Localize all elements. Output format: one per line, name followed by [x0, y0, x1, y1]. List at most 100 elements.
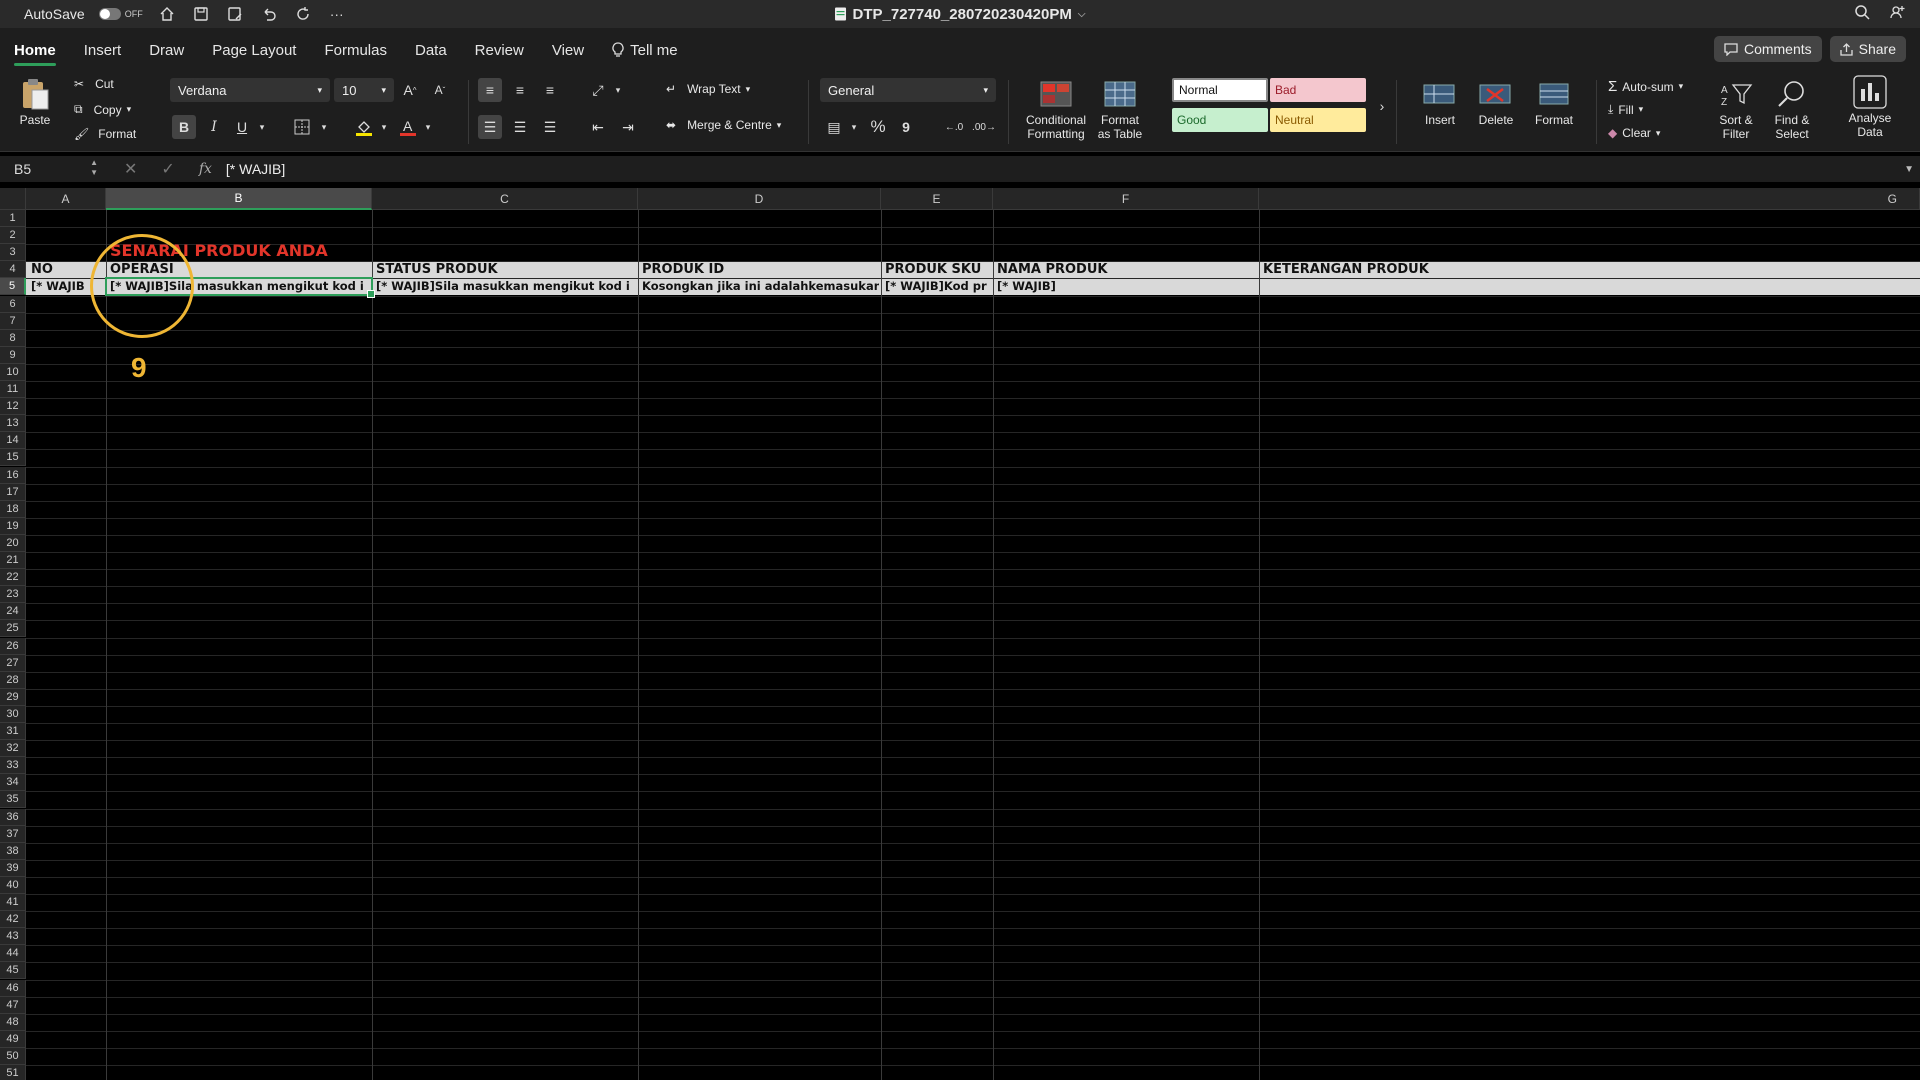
row-header[interactable]: 41: [0, 894, 26, 912]
delete-cells-button[interactable]: Delete: [1468, 78, 1524, 127]
tab-formulas[interactable]: Formulas: [310, 28, 401, 72]
row-header[interactable]: 9: [0, 346, 26, 364]
name-box[interactable]: B5 ▲ ▼: [4, 158, 100, 180]
row-header[interactable]: 51: [0, 1065, 26, 1080]
column-header-c[interactable]: C: [372, 188, 638, 210]
tell-me[interactable]: Tell me: [598, 28, 692, 72]
search-icon[interactable]: [1854, 4, 1870, 25]
formula-input[interactable]: [* WAJIB]: [226, 161, 285, 177]
tab-review[interactable]: Review: [461, 28, 538, 72]
align-top-icon[interactable]: ≡: [478, 78, 502, 102]
row-header[interactable]: 3: [0, 244, 26, 262]
row-header[interactable]: 13: [0, 415, 26, 433]
decrease-decimal-icon[interactable]: .00→: [972, 115, 996, 139]
row-header[interactable]: 26: [0, 637, 26, 655]
row-header[interactable]: 15: [0, 449, 26, 467]
row-header[interactable]: 47: [0, 996, 26, 1014]
style-bad[interactable]: Bad: [1270, 78, 1366, 102]
row-header[interactable]: 48: [0, 1013, 26, 1031]
row-header[interactable]: 42: [0, 911, 26, 929]
tab-view[interactable]: View: [538, 28, 598, 72]
column-header-a[interactable]: A: [26, 188, 106, 210]
header-cell-produk-sku[interactable]: PRODUK SKU: [885, 261, 991, 278]
align-left-icon[interactable]: ☰: [478, 115, 502, 139]
row-header[interactable]: 49: [0, 1030, 26, 1048]
comments-button[interactable]: Comments: [1713, 36, 1822, 62]
row-header[interactable]: 20: [0, 534, 26, 552]
chevron-down-icon[interactable]: ▾: [842, 115, 866, 139]
decrease-font-size-icon[interactable]: Aˇ: [428, 78, 452, 102]
find-select-button[interactable]: Find & Select: [1762, 78, 1822, 141]
save-icon[interactable]: [191, 5, 211, 23]
tab-page-layout[interactable]: Page Layout: [198, 28, 310, 72]
header-cell-status-produk[interactable]: STATUS PRODUK: [376, 261, 636, 278]
row-header[interactable]: 2: [0, 227, 26, 245]
percent-style-button[interactable]: %: [866, 115, 890, 139]
row-header[interactable]: 37: [0, 825, 26, 843]
save-as-icon[interactable]: [225, 5, 245, 23]
chevron-down-icon[interactable]: ▾: [250, 115, 274, 139]
analyse-data-button[interactable]: Analyse Data: [1840, 75, 1900, 139]
paste-button[interactable]: Paste: [18, 78, 52, 127]
share-people-icon[interactable]: [1890, 4, 1906, 25]
row-header[interactable]: 34: [0, 774, 26, 792]
align-right-icon[interactable]: ☰: [538, 115, 562, 139]
style-neutral[interactable]: Neutral: [1270, 108, 1366, 132]
row-header[interactable]: 31: [0, 723, 26, 741]
home-icon[interactable]: [157, 5, 177, 23]
row-header[interactable]: 46: [0, 979, 26, 997]
row-header[interactable]: 24: [0, 603, 26, 621]
cut-button[interactable]: ✂ Cut: [74, 77, 114, 91]
tab-insert[interactable]: Insert: [70, 28, 136, 72]
column-header-d[interactable]: D: [638, 188, 881, 210]
confirm-entry-icon[interactable]: ✓: [161, 159, 174, 179]
undo-icon[interactable]: [259, 5, 279, 23]
clear-button[interactable]: ◆ Clear ▾: [1608, 126, 1660, 140]
copy-button[interactable]: ⧉ Copy ▾: [74, 102, 131, 117]
header-cell-keterangan-produk[interactable]: KETERANGAN PRODUK: [1263, 261, 1903, 278]
select-all-corner[interactable]: [0, 188, 26, 210]
row-header[interactable]: 32: [0, 740, 26, 758]
sort-filter-button[interactable]: AZ Sort & Filter: [1706, 78, 1766, 141]
row-header[interactable]: 39: [0, 859, 26, 877]
row-header[interactable]: 8: [0, 329, 26, 347]
autosum-button[interactable]: Σ Auto-sum ▾: [1608, 78, 1683, 95]
row-header[interactable]: 21: [0, 552, 26, 570]
wrap-text-button[interactable]: ↵ Wrap Text ▾: [666, 82, 750, 96]
increase-font-size-icon[interactable]: A ^: [398, 78, 422, 102]
align-bottom-icon[interactable]: ≡: [538, 78, 562, 102]
redo-icon[interactable]: [293, 5, 313, 23]
row-header[interactable]: 27: [0, 654, 26, 672]
font-name-dropdown[interactable]: Verdana ▾: [170, 78, 330, 102]
chevron-down-icon[interactable]: ▾: [416, 115, 440, 139]
row-header[interactable]: 6: [0, 295, 26, 313]
bold-button[interactable]: B: [172, 115, 196, 139]
column-header-g[interactable]: G: [1259, 188, 1920, 210]
row-header[interactable]: 12: [0, 398, 26, 416]
row-header[interactable]: 30: [0, 705, 26, 723]
cell-d5[interactable]: Kosongkan jika ini adalahkemasukan: [642, 278, 879, 295]
expand-formula-icon[interactable]: ▼: [1904, 164, 1914, 175]
row-header[interactable]: 40: [0, 876, 26, 894]
tab-draw[interactable]: Draw: [135, 28, 198, 72]
borders-icon[interactable]: [290, 115, 314, 139]
chevron-down-icon[interactable]: ⌵: [1078, 9, 1086, 20]
row-header[interactable]: 35: [0, 791, 26, 809]
tab-data[interactable]: Data: [401, 28, 461, 72]
row-header[interactable]: 23: [0, 586, 26, 604]
worksheet-grid[interactable]: A B C D E F G SENARAI PRODUK ANDA NO OPE…: [0, 188, 1920, 1080]
row-header[interactable]: 43: [0, 928, 26, 946]
row-header[interactable]: 22: [0, 569, 26, 587]
comma-style-button[interactable]: 9: [894, 115, 918, 139]
cell-c5[interactable]: [* WAJIB]Sila masukkan mengikut kod i: [376, 278, 636, 295]
row-header[interactable]: 10: [0, 363, 26, 381]
chevron-down-icon[interactable]: ▾: [127, 104, 132, 115]
row-header[interactable]: 17: [0, 483, 26, 501]
row-header[interactable]: 5: [0, 278, 26, 296]
row-header[interactable]: 7: [0, 312, 26, 330]
row-header[interactable]: 14: [0, 432, 26, 450]
format-painter-button[interactable]: 🖌 Format: [74, 127, 136, 141]
increase-decimal-icon[interactable]: ←.0: [942, 115, 966, 139]
row-header[interactable]: 25: [0, 620, 26, 638]
row-header[interactable]: 44: [0, 945, 26, 963]
